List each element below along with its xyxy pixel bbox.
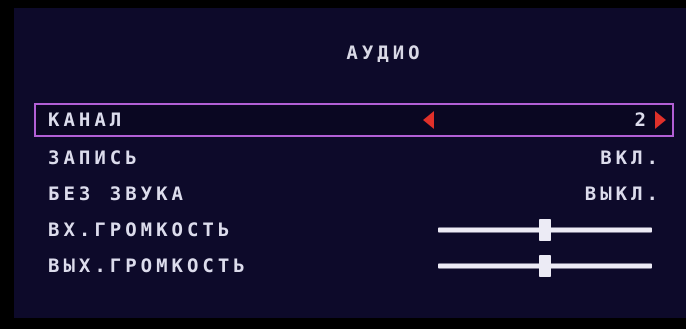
menu-item-record[interactable]: ЗАПИСЬ ВКЛ. xyxy=(34,141,674,175)
menu-item-label: БЕЗ ЗВУКА xyxy=(48,183,187,205)
channel-value: 2 xyxy=(634,109,650,131)
slider-thumb[interactable] xyxy=(539,219,551,241)
input-volume-slider[interactable] xyxy=(438,219,652,241)
menu-title: АУДИО xyxy=(346,42,424,64)
menu-item-label: ВХ.ГРОМКОСТЬ xyxy=(48,219,234,241)
record-value: ВКЛ. xyxy=(600,147,662,169)
triangle-right-icon[interactable] xyxy=(655,111,666,129)
menu-item-input-volume[interactable]: ВХ.ГРОМКОСТЬ xyxy=(34,213,674,247)
menu-item-label: КАНАЛ xyxy=(48,109,126,131)
menu-item-channel[interactable]: КАНАЛ 2 xyxy=(34,103,674,137)
slider-thumb[interactable] xyxy=(539,255,551,277)
triangle-left-icon[interactable] xyxy=(423,111,434,129)
mute-value: ВЫКЛ. xyxy=(584,183,662,205)
menu-item-label: ВЫХ.ГРОМКОСТЬ xyxy=(48,255,249,277)
menu-item-mute[interactable]: БЕЗ ЗВУКА ВЫКЛ. xyxy=(34,177,674,211)
menu-item-label: ЗАПИСЬ xyxy=(48,147,141,169)
output-volume-slider[interactable] xyxy=(438,255,652,277)
menu-item-output-volume[interactable]: ВЫХ.ГРОМКОСТЬ xyxy=(34,249,674,283)
osd-screen: АУДИО КАНАЛ 2 ЗАПИСЬ ВКЛ. БЕЗ ЗВУКА ВЫКЛ… xyxy=(14,8,686,318)
